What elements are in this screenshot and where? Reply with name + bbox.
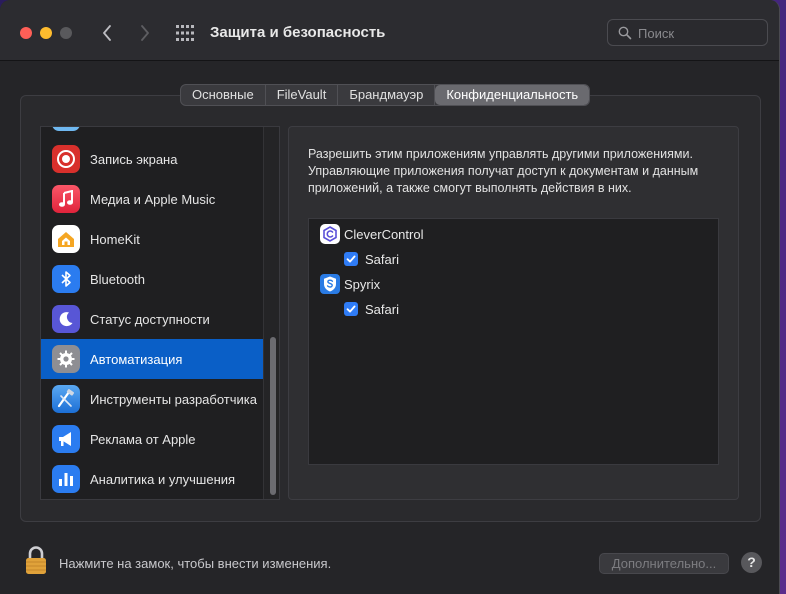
close-window-button[interactable] <box>20 27 32 39</box>
target-app-name: Safari <box>365 301 399 317</box>
target-app-name: Safari <box>365 251 399 267</box>
home-icon <box>52 225 80 253</box>
help-button[interactable]: ? <box>741 552 762 573</box>
spyrix-shield-icon <box>320 274 340 294</box>
tab-filevault[interactable]: FileVault <box>266 85 339 105</box>
minimize-window-button[interactable] <box>40 27 52 39</box>
chevron-left-icon <box>103 25 111 41</box>
show-all-button[interactable] <box>175 24 195 42</box>
developer-tools-icon <box>52 385 80 413</box>
gear-icon <box>52 345 80 373</box>
megaphone-icon <box>52 425 80 453</box>
clevercontrol-icon <box>320 224 340 244</box>
checkmark-icon <box>346 255 356 263</box>
sidebar-item-label: Инструменты разработчика <box>90 391 257 407</box>
window-title: Защита и безопасность <box>210 24 386 41</box>
app-name: CleverControl <box>344 226 424 242</box>
app-row-clevercontrol[interactable]: CleverControl <box>320 223 423 245</box>
grid-icon <box>176 25 194 41</box>
sidebar-item-label: Реклама от Apple <box>90 431 196 447</box>
automation-description: Разрешить этим приложениям управлять дру… <box>308 147 699 195</box>
bar-chart-icon <box>52 465 80 493</box>
search-field[interactable] <box>607 19 768 46</box>
tab-privacy[interactable]: Конфиденциальность <box>435 85 590 105</box>
search-icon <box>618 26 632 40</box>
partial-top-icon <box>52 127 80 131</box>
preferences-window: Защита и безопасность Основные FileVault… <box>0 0 780 594</box>
sidebar-scroll-thumb[interactable] <box>270 337 276 495</box>
tab-firewall[interactable]: Брандмауэр <box>338 85 436 105</box>
target-row-safari[interactable]: Safari <box>344 299 399 319</box>
search-input[interactable] <box>638 24 763 42</box>
sidebar-item-label: Автоматизация <box>90 351 183 367</box>
advanced-button[interactable]: Дополнительно... <box>599 553 729 574</box>
sidebar-item-automation[interactable]: Автоматизация <box>41 339 265 379</box>
tab-general[interactable]: Основные <box>181 85 266 105</box>
tab-bar: Основные FileVault Брандмауэр Конфиденци… <box>180 84 591 106</box>
checkmark-icon <box>346 305 356 313</box>
lock-icon <box>26 546 46 574</box>
sidebar-scrollbar[interactable] <box>263 127 279 499</box>
safari-checkbox[interactable] <box>344 252 358 266</box>
privacy-category-list[interactable]: Запись экрана Медиа и Apple Music HomeKi… <box>40 126 280 500</box>
sidebar-item-homekit[interactable]: HomeKit <box>41 219 265 259</box>
sidebar-item-analytics[interactable]: Аналитика и улучшения <box>41 459 265 499</box>
sidebar-item-label: Запись экрана <box>90 151 178 167</box>
app-row-spyrix[interactable]: Spyrix <box>320 273 380 295</box>
app-name: Spyrix <box>344 276 381 292</box>
sidebar-item-label: Статус доступности <box>90 311 210 327</box>
forward-button[interactable] <box>135 22 155 44</box>
sidebar-item-bluetooth[interactable]: Bluetooth <box>41 259 265 299</box>
chevron-right-icon <box>141 25 149 41</box>
screen-recording-icon <box>52 145 80 173</box>
zoom-window-button[interactable] <box>60 27 72 39</box>
title-bar: Защита и безопасность <box>0 0 779 61</box>
sidebar-item-label: HomeKit <box>90 231 140 247</box>
music-note-icon <box>52 185 80 213</box>
lock-button[interactable] <box>24 545 48 575</box>
back-button[interactable] <box>97 22 117 44</box>
sidebar-item-screen-recording[interactable]: Запись экрана <box>41 139 265 179</box>
lock-hint-text: Нажмите на замок, чтобы внести изменения… <box>59 556 332 571</box>
bluetooth-icon <box>52 265 80 293</box>
sidebar-item-apple-advertising[interactable]: Реклама от Apple <box>41 419 265 459</box>
sidebar-item-label: Медиа и Apple Music <box>90 191 216 207</box>
sidebar-item-label: Аналитика и улучшения <box>90 471 236 487</box>
sidebar-item-label: Bluetooth <box>90 271 145 287</box>
sidebar-item-developer-tools[interactable]: Инструменты разработчика <box>41 379 265 419</box>
target-row-safari[interactable]: Safari <box>344 249 399 269</box>
moon-icon <box>52 305 80 333</box>
sidebar-item-media-apple-music[interactable]: Медиа и Apple Music <box>41 179 265 219</box>
sidebar-item-focus-status[interactable]: Статус доступности <box>41 299 265 339</box>
safari-checkbox[interactable] <box>344 302 358 316</box>
